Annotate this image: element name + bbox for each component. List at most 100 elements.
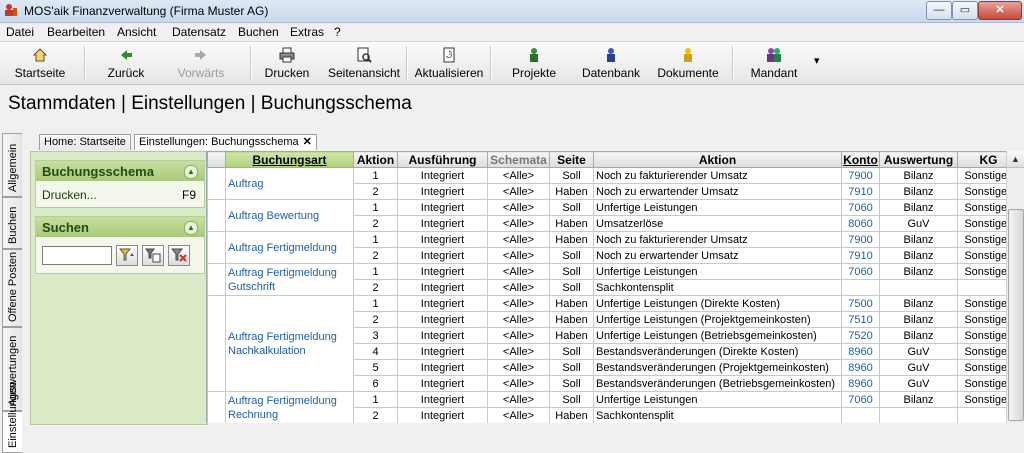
drucken-button[interactable]: Drucken (258, 44, 316, 82)
schemata-cell[interactable]: <Alle> (487, 263, 550, 280)
schemata-cell[interactable]: <Alle> (487, 215, 550, 232)
aktion-cell[interactable]: Unfertige Leistungen (Direkte Kosten) (593, 295, 842, 312)
menu-buchen[interactable]: Buchen (238, 25, 279, 39)
aktion-nr-cell[interactable]: 1 (353, 295, 398, 312)
minimize-button[interactable]: — (926, 1, 952, 20)
aktion-nr-cell[interactable]: 3 (353, 327, 398, 344)
vtab-offene-posten[interactable]: Offene Posten (2, 249, 22, 327)
konto-cell[interactable]: 8960 (841, 359, 880, 376)
konto-cell[interactable]: 7900 (841, 167, 880, 184)
seite-cell[interactable]: Soll (549, 263, 594, 280)
aktion-cell[interactable]: Sachkontensplit (593, 407, 842, 423)
ausfuehrung-cell[interactable]: Integriert (397, 263, 488, 280)
auswertung-cell[interactable]: Bilanz (879, 311, 958, 328)
seite-cell[interactable]: Haben (549, 231, 594, 248)
ausfuehrung-cell[interactable]: Integriert (397, 359, 488, 376)
auswertung-cell[interactable]: Bilanz (879, 167, 958, 184)
aktion-cell[interactable]: Unfertige Leistungen (593, 199, 842, 216)
auswertung-cell[interactable]: Bilanz (879, 199, 958, 216)
aktion-nr-cell[interactable]: 5 (353, 359, 398, 376)
schemata-cell[interactable]: <Alle> (487, 199, 550, 216)
konto-cell[interactable]: 8960 (841, 375, 880, 392)
auswertung-cell[interactable] (879, 407, 958, 423)
ausfuehrung-cell[interactable]: Integriert (397, 295, 488, 312)
buchungsart-cell[interactable]: Auftrag Fertigmeldung Nachkalkulation (225, 295, 354, 392)
aktion-nr-cell[interactable]: 2 (353, 407, 398, 423)
close-tab-icon[interactable]: ✕ (303, 136, 312, 148)
row-selector[interactable] (207, 167, 226, 200)
startseite-button[interactable]: Startseite (8, 44, 72, 82)
ausfuehrung-cell[interactable]: Integriert (397, 343, 488, 360)
aktion-cell[interactable]: Sachkontensplit (593, 279, 842, 296)
aktion-nr-cell[interactable]: 4 (353, 343, 398, 360)
konto-cell[interactable]: 7520 (841, 327, 880, 344)
scroll-up-icon[interactable]: ▲ (1007, 151, 1024, 168)
aktion-nr-cell[interactable]: 6 (353, 375, 398, 392)
row-selector[interactable] (207, 391, 226, 423)
aktion-nr-cell[interactable]: 1 (353, 391, 398, 408)
aktion-nr-cell[interactable]: 2 (353, 215, 398, 232)
seite-cell[interactable]: Haben (549, 295, 594, 312)
aktion-cell[interactable]: Noch zu erwartender Umsatz (593, 247, 842, 264)
seite-cell[interactable]: Soll (549, 199, 594, 216)
schemata-cell[interactable]: <Alle> (487, 407, 550, 423)
table-row[interactable]: Auftrag Fertigmeldung Nachkalkulation 1 In… (207, 295, 1020, 392)
aktion-nr-cell[interactable]: 1 (353, 167, 398, 184)
seite-cell[interactable]: Soll (549, 279, 594, 296)
aktion-cell[interactable]: Bestandsveränderungen (Direkte Kosten) (593, 343, 842, 360)
col-buchungsart[interactable]: Buchungsart (225, 151, 354, 168)
seite-cell[interactable]: Soll (549, 375, 594, 392)
search-filter-button[interactable] (116, 245, 138, 266)
col-aktion[interactable]: Aktion (593, 151, 842, 168)
menu-datensatz[interactable]: Datensatz (172, 25, 226, 39)
schemata-cell[interactable]: <Alle> (487, 167, 550, 184)
vtab-allgemein[interactable]: Allgemein (2, 133, 22, 197)
schemata-cell[interactable]: <Alle> (487, 375, 550, 392)
mandant-button[interactable]: Mandant (744, 44, 804, 82)
schemata-cell[interactable]: <Alle> (487, 327, 550, 344)
datenbank-button[interactable]: Datenbank (578, 44, 644, 82)
vertical-scrollbar[interactable]: ▲ (1006, 151, 1024, 423)
seite-cell[interactable]: Soll (549, 343, 594, 360)
ausfuehrung-cell[interactable]: Integriert (397, 167, 488, 184)
maximize-button[interactable]: ▭ (952, 1, 978, 20)
seitenansicht-button[interactable]: Seitenansicht (326, 44, 402, 82)
menu-datei[interactable]: Datei (6, 25, 34, 39)
tab-buchungsschema[interactable]: Einstellungen: Buchungsschema ✕ (134, 134, 317, 150)
seite-cell[interactable]: Haben (549, 183, 594, 200)
ausfuehrung-cell[interactable]: Integriert (397, 199, 488, 216)
col-seite[interactable]: Seite (549, 151, 594, 168)
row-selector[interactable] (207, 199, 226, 232)
col-aktion-nr[interactable]: Aktion (353, 151, 398, 168)
aktion-nr-cell[interactable]: 1 (353, 199, 398, 216)
seite-cell[interactable]: Haben (549, 311, 594, 328)
schemata-cell[interactable]: <Alle> (487, 279, 550, 296)
auswertung-cell[interactable]: GuV (879, 343, 958, 360)
buchungsart-cell[interactable]: Auftrag Fertigmeldung Gutschrift (225, 263, 354, 296)
konto-cell[interactable] (841, 407, 880, 423)
col-konto[interactable]: Konto (841, 151, 880, 168)
projekte-button[interactable]: Projekte (504, 44, 564, 82)
ausfuehrung-cell[interactable]: Integriert (397, 231, 488, 248)
aktion-cell[interactable]: Noch zu fakturierender Umsatz (593, 231, 842, 248)
aktion-cell[interactable]: Noch zu fakturierender Umsatz (593, 167, 842, 184)
vtab-einstellungen[interactable]: Einstellungen (2, 382, 22, 453)
col-auswertung[interactable]: Auswertung (879, 151, 958, 168)
schemata-cell[interactable]: <Alle> (487, 247, 550, 264)
auswertung-cell[interactable]: Bilanz (879, 247, 958, 264)
konto-cell[interactable]: 8060 (841, 215, 880, 232)
schemata-cell[interactable]: <Alle> (487, 311, 550, 328)
aktion-cell[interactable]: Unfertige Leistungen (Projektgemeinkoste… (593, 311, 842, 328)
aktion-nr-cell[interactable]: 2 (353, 183, 398, 200)
aktion-nr-cell[interactable]: 1 (353, 231, 398, 248)
menu-ansicht[interactable]: Ansicht (117, 25, 156, 39)
ausfuehrung-cell[interactable]: Integriert (397, 407, 488, 423)
col-schemata[interactable]: Schemata (487, 151, 550, 168)
ausfuehrung-cell[interactable]: Integriert (397, 327, 488, 344)
konto-cell[interactable]: 7910 (841, 247, 880, 264)
schemata-cell[interactable]: <Alle> (487, 359, 550, 376)
collapse-icon[interactable]: ▲ (184, 221, 198, 235)
buchungsart-cell[interactable]: Auftrag Fertigmeldung Rechnung (225, 391, 354, 423)
ausfuehrung-cell[interactable]: Integriert (397, 247, 488, 264)
auswertung-cell[interactable]: Bilanz (879, 391, 958, 408)
